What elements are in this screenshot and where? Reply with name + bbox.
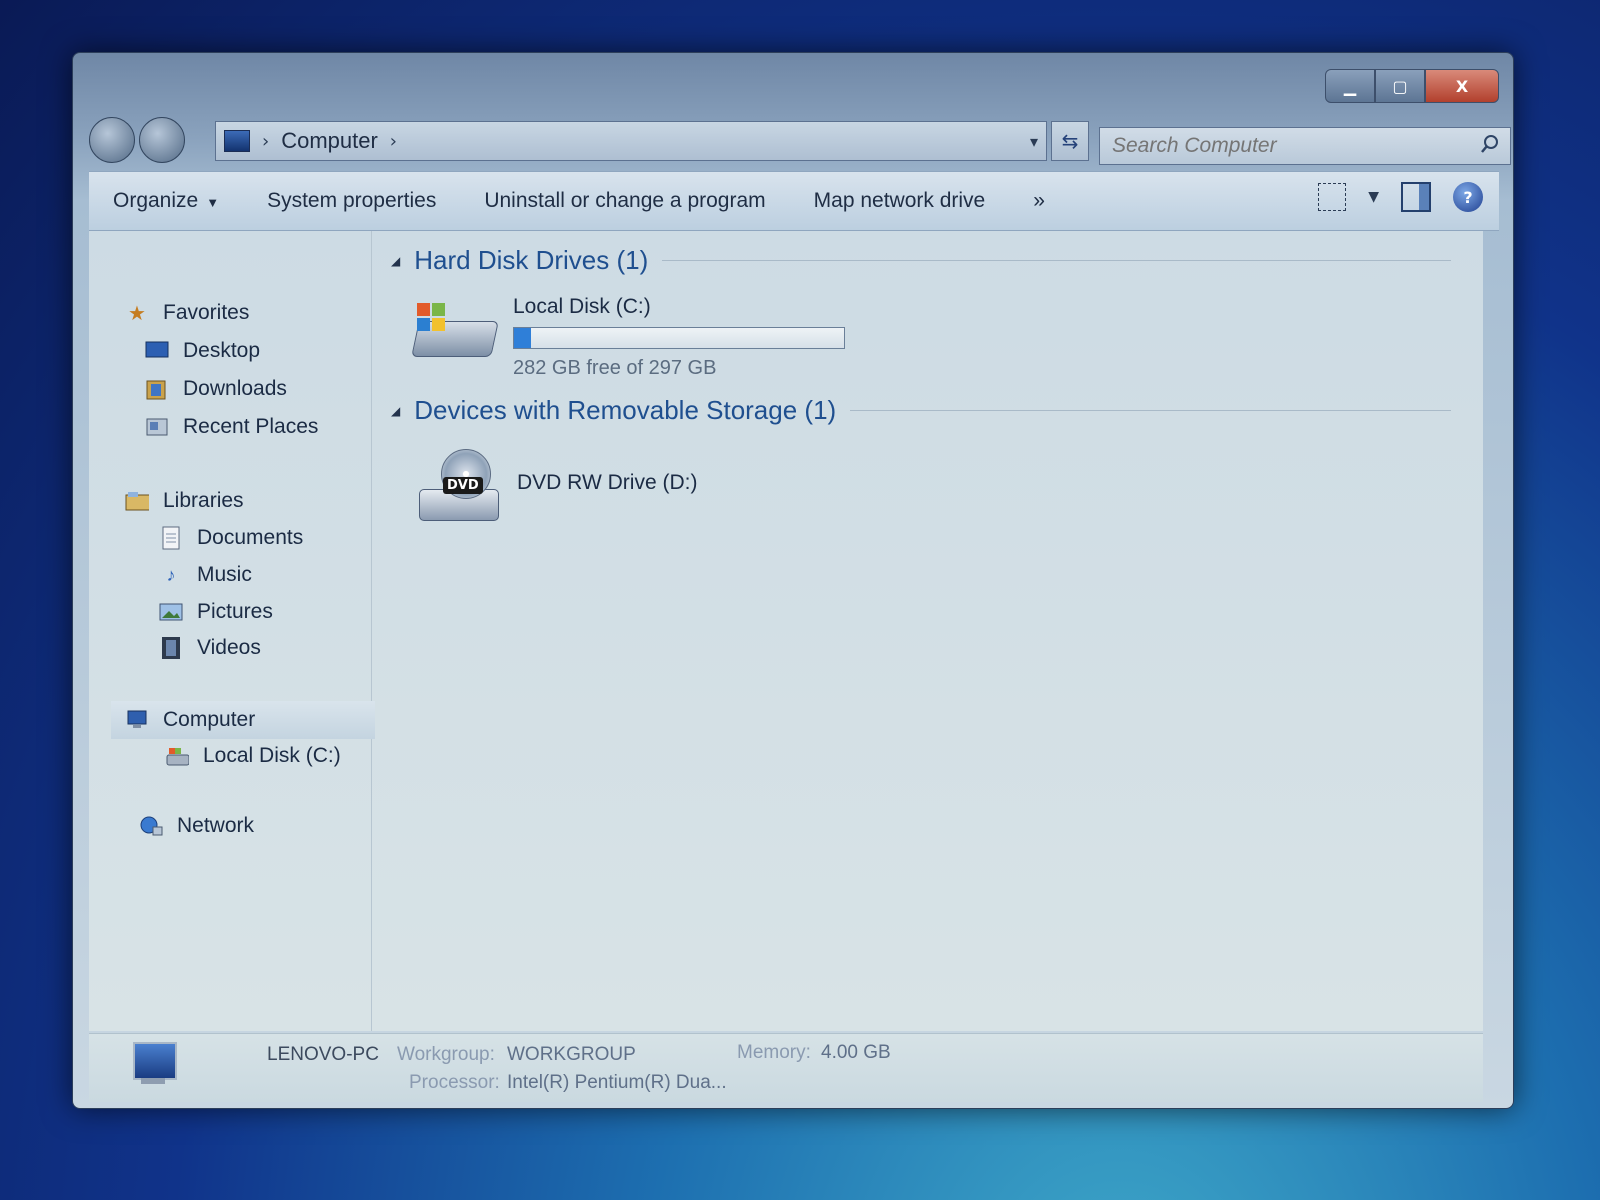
search-input[interactable]	[1100, 133, 1454, 159]
navigation-pane: ★ Favorites Desktop Downloads Recent Pla…	[89, 231, 375, 1031]
nav-music[interactable]: ♪ Music	[159, 563, 252, 587]
recent-places-icon	[145, 415, 169, 439]
preview-pane-icon[interactable]	[1401, 182, 1431, 212]
group-removable-storage[interactable]: ◢ Devices with Removable Storage (1)	[391, 395, 1451, 426]
nav-desktop[interactable]: Desktop	[145, 339, 260, 363]
more-commands-button[interactable]: »	[1009, 189, 1069, 213]
drive-local-disk[interactable]: Local Disk (C:) 282 GB free of 297 GB	[409, 295, 845, 380]
nav-libraries-label: Libraries	[163, 489, 244, 512]
workgroup-label: Workgroup:	[397, 1044, 495, 1065]
dvd-badge: DVD	[443, 477, 483, 494]
pictures-icon	[159, 600, 183, 624]
nav-documents-label: Documents	[197, 526, 304, 549]
nav-favorites[interactable]: ★ Favorites	[125, 301, 249, 325]
nav-pictures[interactable]: Pictures	[159, 600, 273, 624]
address-bar[interactable]: › Computer › ▾	[215, 121, 1047, 161]
uninstall-program-button[interactable]: Uninstall or change a program	[460, 189, 789, 213]
group-divider	[662, 260, 1451, 261]
organize-button[interactable]: Organize ▼	[89, 189, 243, 213]
processor-value: Intel(R) Pentium(R) Dua...	[507, 1072, 727, 1093]
help-icon[interactable]: ?	[1453, 182, 1483, 212]
dvd-drive-icon: DVD	[413, 449, 503, 521]
nav-network-label: Network	[177, 814, 255, 837]
nav-music-label: Music	[197, 563, 252, 586]
nav-downloads-label: Downloads	[183, 377, 287, 400]
downloads-folder-icon	[145, 377, 169, 401]
collapse-triangle-icon[interactable]: ◢	[391, 254, 400, 268]
nav-videos-label: Videos	[197, 636, 261, 659]
disk-free-text: 282 GB free of 297 GB	[513, 357, 717, 379]
processor-label: Processor:	[409, 1072, 500, 1093]
nav-network[interactable]: Network	[139, 814, 254, 838]
computer-name: LENOVO-PC	[267, 1044, 379, 1065]
nav-favorites-label: Favorites	[163, 301, 250, 324]
back-button[interactable]	[89, 117, 135, 163]
nav-recent-places[interactable]: Recent Places	[145, 415, 318, 439]
details-pane: LENOVO-PC Workgroup: WORKGROUP Memory: 4…	[89, 1033, 1483, 1102]
nav-recent-places-label: Recent Places	[183, 415, 319, 438]
maximize-button[interactable]: ▢	[1375, 69, 1425, 103]
nav-libraries[interactable]: Libraries	[125, 489, 244, 513]
music-icon: ♪	[166, 564, 176, 585]
group-title: Hard Disk Drives (1)	[414, 245, 649, 275]
nav-videos[interactable]: Videos	[159, 636, 261, 660]
breadcrumb-separator[interactable]: ›	[390, 131, 397, 152]
chevron-down-icon: ▼	[206, 195, 220, 210]
caption-buttons: ▁ ▢ X	[1325, 69, 1499, 103]
collapse-triangle-icon[interactable]: ◢	[391, 404, 400, 418]
libraries-icon	[125, 489, 149, 513]
explorer-window: ▁ ▢ X › Computer › ▾ ⇆ Organize ▼ System …	[72, 52, 1514, 1109]
disk-usage-bar	[513, 327, 845, 349]
content-area: ★ Favorites Desktop Downloads Recent Pla…	[89, 231, 1483, 1031]
drive-name: DVD RW Drive (D:)	[517, 471, 698, 494]
documents-icon	[159, 526, 183, 550]
nav-pictures-label: Pictures	[197, 600, 273, 623]
nav-local-disk-label: Local Disk (C:)	[203, 744, 341, 767]
close-button[interactable]: X	[1425, 69, 1499, 103]
nav-downloads[interactable]: Downloads	[145, 377, 287, 401]
search-icon[interactable]	[1480, 134, 1500, 159]
chevron-down-icon[interactable]: ▼	[1368, 189, 1379, 205]
map-network-drive-button[interactable]: Map network drive	[790, 189, 1010, 213]
computer-icon	[125, 708, 149, 732]
computer-icon	[123, 1042, 185, 1090]
refresh-button[interactable]: ⇆	[1051, 121, 1089, 161]
breadcrumb-computer[interactable]: Computer	[281, 128, 378, 154]
star-icon: ★	[128, 302, 146, 325]
hard-disk-icon	[409, 295, 499, 365]
memory-value: 4.00 GB	[821, 1042, 891, 1063]
minimize-button[interactable]: ▁	[1325, 69, 1375, 103]
nav-local-disk[interactable]: Local Disk (C:)	[165, 744, 341, 768]
nav-documents[interactable]: Documents	[159, 526, 303, 550]
nav-desktop-label: Desktop	[183, 339, 261, 362]
computer-icon	[224, 130, 250, 152]
local-disk-icon	[165, 744, 189, 768]
group-hard-disk-drives[interactable]: ◢ Hard Disk Drives (1)	[391, 245, 1451, 276]
change-view-icon[interactable]	[1318, 183, 1347, 211]
memory-label: Memory:	[737, 1042, 811, 1063]
nav-computer[interactable]: Computer	[111, 701, 375, 739]
search-box[interactable]	[1099, 127, 1511, 165]
desktop-icon	[145, 339, 169, 363]
videos-icon	[159, 636, 183, 660]
chevron-down-icon[interactable]: ▾	[1030, 132, 1038, 151]
group-title: Devices with Removable Storage (1)	[414, 395, 837, 425]
main-pane: ◢ Hard Disk Drives (1) Local Disk (C:) 2…	[373, 231, 1483, 1031]
network-icon	[139, 814, 163, 838]
organize-label: Organize	[113, 189, 199, 212]
drive-name: Local Disk (C:)	[513, 295, 651, 318]
system-properties-button[interactable]: System properties	[243, 189, 460, 213]
workgroup-value: WORKGROUP	[507, 1044, 636, 1065]
group-divider	[850, 410, 1451, 411]
disk-usage-fill	[514, 328, 531, 348]
command-bar: Organize ▼ System properties Uninstall or…	[89, 171, 1499, 231]
breadcrumb-separator[interactable]: ›	[262, 131, 269, 152]
navigation-bar: › Computer › ▾ ⇆	[89, 113, 1511, 167]
nav-computer-label: Computer	[163, 708, 256, 731]
drive-dvd[interactable]: DVD DVD RW Drive (D:)	[413, 449, 698, 521]
forward-button[interactable]	[139, 117, 185, 163]
